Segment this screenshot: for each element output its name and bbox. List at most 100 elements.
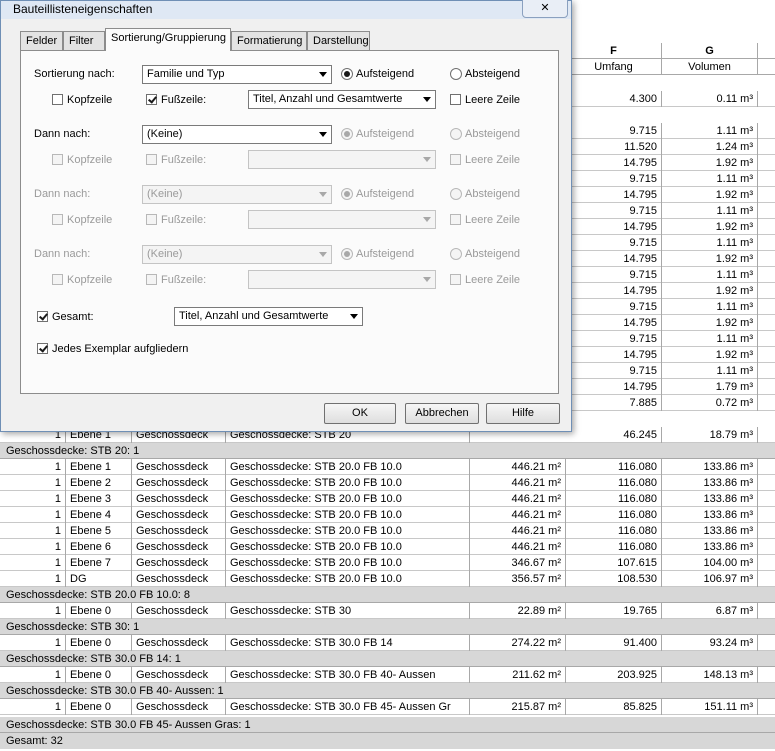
level-cell[interactable]: Ebene 0 [66, 699, 132, 715]
volumen-cell[interactable]: 133.86 m³ [662, 459, 758, 475]
level-cell[interactable]: Ebene 0 [66, 667, 132, 683]
umfang-cell[interactable]: 4.300 [566, 91, 662, 107]
then-by-combo-4[interactable]: (Keine) [142, 245, 332, 264]
footer-checkbox-3[interactable] [146, 214, 157, 225]
level-cell[interactable]: Ebene 3 [66, 491, 132, 507]
volumen-cell[interactable]: 106.97 m³ [662, 571, 758, 587]
volumen-cell[interactable]: 0.72 m³ [662, 395, 758, 411]
area-cell[interactable]: 446.21 m² [470, 459, 566, 475]
area-cell[interactable]: 356.57 m² [470, 571, 566, 587]
volumen-cell[interactable]: 1.92 m³ [662, 187, 758, 203]
descending-radio-2[interactable] [450, 128, 462, 140]
umfang-cell[interactable]: 14.795 [566, 219, 662, 235]
volumen-cell[interactable]: 1.11 m³ [662, 171, 758, 187]
area-cell[interactable]: 211.62 m² [470, 667, 566, 683]
volumen-cell[interactable]: 1.24 m³ [662, 139, 758, 155]
umfang-cell[interactable]: 14.795 [566, 347, 662, 363]
volumen-cell[interactable]: 133.86 m³ [662, 523, 758, 539]
type-cell[interactable]: Geschossdecke: STB 20.0 FB 10.0 [226, 475, 470, 491]
umfang-cell[interactable]: 116.080 [566, 459, 662, 475]
volumen-cell[interactable]: 1.92 m³ [662, 155, 758, 171]
family-cell[interactable]: Geschossdeck [132, 571, 226, 587]
umfang-cell[interactable]: 14.795 [566, 251, 662, 267]
count-cell[interactable]: 1 [0, 667, 66, 683]
level-cell[interactable]: Ebene 7 [66, 555, 132, 571]
volumen-cell[interactable]: 133.86 m³ [662, 475, 758, 491]
umfang-cell[interactable]: 9.715 [566, 203, 662, 219]
count-cell[interactable]: 1 [0, 571, 66, 587]
footer-combo-2[interactable] [248, 150, 436, 169]
umfang-cell[interactable]: 9.715 [566, 267, 662, 283]
blank-line-checkbox-3[interactable] [450, 214, 461, 225]
area-cell[interactable]: 446.21 m² [470, 507, 566, 523]
grand-total-checkbox[interactable] [37, 311, 48, 322]
area-cell[interactable]: 22.89 m² [470, 603, 566, 619]
descending-radio-1[interactable] [450, 68, 462, 80]
type-cell[interactable]: Geschossdecke: STB 20.0 FB 10.0 [226, 523, 470, 539]
type-cell[interactable]: Geschossdecke: STB 20.0 FB 10.0 [226, 571, 470, 587]
tab-filter[interactable]: Filter [63, 31, 105, 50]
type-cell[interactable]: Geschossdecke: STB 20.0 FB 10.0 [226, 459, 470, 475]
volumen-cell[interactable]: 1.11 m³ [662, 299, 758, 315]
umfang-cell[interactable]: 116.080 [566, 507, 662, 523]
umfang-cell[interactable]: 203.925 [566, 667, 662, 683]
header-checkbox-4[interactable] [52, 274, 63, 285]
area-cell[interactable]: 346.67 m² [470, 555, 566, 571]
umfang-cell[interactable]: 14.795 [566, 379, 662, 395]
umfang-cell[interactable]: 46.245 [566, 427, 662, 443]
umfang-cell[interactable]: 9.715 [566, 331, 662, 347]
umfang-cell[interactable]: 9.715 [566, 299, 662, 315]
area-cell[interactable]: 215.87 m² [470, 699, 566, 715]
type-cell[interactable]: Geschossdecke: STB 30.0 FB 40- Aussen [226, 667, 470, 683]
footer-combo-1[interactable]: Titel, Anzahl und Gesamtwerte [248, 90, 436, 109]
level-cell[interactable]: Ebene 6 [66, 539, 132, 555]
footer-checkbox-1[interactable] [146, 94, 157, 105]
volumen-cell[interactable]: 1.11 m³ [662, 331, 758, 347]
umfang-cell[interactable]: 107.615 [566, 555, 662, 571]
count-cell[interactable]: 1 [0, 603, 66, 619]
level-cell[interactable]: DG [66, 571, 132, 587]
blank-line-checkbox-4[interactable] [450, 274, 461, 285]
descending-radio-3[interactable] [450, 188, 462, 200]
tab-sortierung[interactable]: Sortierung/Gruppierung [105, 28, 231, 51]
type-cell[interactable]: Geschossdecke: STB 20.0 FB 10.0 [226, 555, 470, 571]
volumen-cell[interactable]: 1.11 m³ [662, 235, 758, 251]
family-cell[interactable]: Geschossdeck [132, 635, 226, 651]
grand-total-combo[interactable]: Titel, Anzahl und Gesamtwerte [174, 307, 363, 326]
volumen-cell[interactable]: 1.92 m³ [662, 315, 758, 331]
volumen-cell[interactable]: 133.86 m³ [662, 507, 758, 523]
volumen-cell[interactable]: 1.92 m³ [662, 283, 758, 299]
volumen-cell[interactable]: 148.13 m³ [662, 667, 758, 683]
umfang-cell[interactable]: 9.715 [566, 171, 662, 187]
ascending-radio-1[interactable] [341, 68, 353, 80]
umfang-cell[interactable]: 116.080 [566, 491, 662, 507]
umfang-cell[interactable]: 85.825 [566, 699, 662, 715]
level-cell[interactable]: Ebene 0 [66, 603, 132, 619]
count-cell[interactable]: 1 [0, 459, 66, 475]
footer-combo-4[interactable] [248, 270, 436, 289]
umfang-cell[interactable]: 14.795 [566, 315, 662, 331]
family-cell[interactable]: Geschossdeck [132, 603, 226, 619]
area-cell[interactable]: 446.21 m² [470, 491, 566, 507]
level-cell[interactable]: Ebene 0 [66, 635, 132, 651]
tab-formatierung[interactable]: Formatierung [231, 31, 307, 50]
family-cell[interactable]: Geschossdeck [132, 539, 226, 555]
then-by-combo-3[interactable]: (Keine) [142, 185, 332, 204]
volumen-cell[interactable]: 133.86 m³ [662, 491, 758, 507]
volumen-cell[interactable]: 133.86 m³ [662, 539, 758, 555]
family-cell[interactable]: Geschossdeck [132, 555, 226, 571]
umfang-cell[interactable]: 116.080 [566, 523, 662, 539]
header-checkbox-2[interactable] [52, 154, 63, 165]
then-by-combo-2[interactable]: (Keine) [142, 125, 332, 144]
family-cell[interactable]: Geschossdeck [132, 523, 226, 539]
blank-line-checkbox-1[interactable] [450, 94, 461, 105]
count-cell[interactable]: 1 [0, 699, 66, 715]
umfang-cell[interactable]: 14.795 [566, 155, 662, 171]
level-cell[interactable]: Ebene 4 [66, 507, 132, 523]
cancel-button[interactable]: Abbrechen [405, 403, 479, 424]
family-cell[interactable]: Geschossdeck [132, 475, 226, 491]
help-button[interactable]: Hilfe [486, 403, 560, 424]
umfang-cell[interactable]: 9.715 [566, 235, 662, 251]
type-cell[interactable]: Geschossdecke: STB 20.0 FB 10.0 [226, 539, 470, 555]
area-cell[interactable]: 446.21 m² [470, 539, 566, 555]
